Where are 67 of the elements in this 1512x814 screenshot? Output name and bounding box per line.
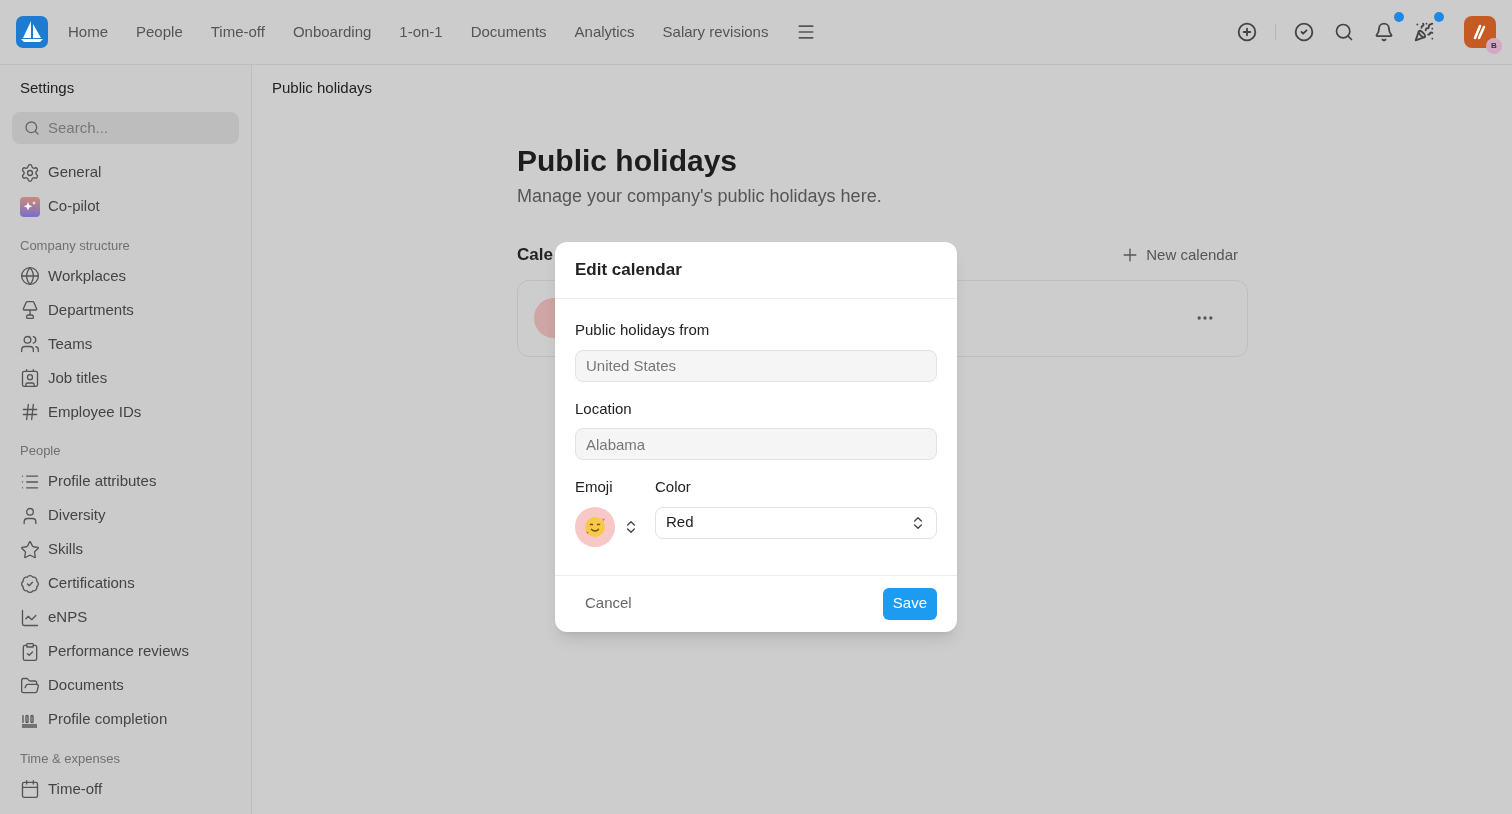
sailboat-logo-icon (16, 16, 48, 48)
avatar[interactable] (1464, 16, 1496, 48)
nav-link[interactable]: 1-on-1 (399, 20, 443, 44)
folder-icon (20, 675, 40, 696)
gear-icon (20, 162, 40, 183)
badge-icon (20, 573, 40, 594)
party-popper-icon (1414, 22, 1434, 42)
globe-icon (20, 266, 40, 286)
section-heading: Company structure (19, 236, 131, 255)
nav-link[interactable]: Time-off (210, 20, 265, 44)
section-heading: People (19, 442, 62, 460)
field-label: Location (575, 398, 633, 419)
sidebar-item[interactable]: Co-pilot (12, 189, 239, 224)
breadcrumb: Public holidays (272, 78, 374, 98)
search-icon (1334, 22, 1354, 42)
field-label: Emoji (575, 477, 614, 497)
people-icon (20, 334, 40, 354)
search-field[interactable]: Search... (12, 111, 239, 144)
add-icon (1237, 22, 1257, 42)
sidebar-item[interactable]: General (12, 155, 239, 190)
nav-link[interactable]: Documents (470, 20, 547, 44)
nav-link[interactable]: People (136, 20, 183, 44)
sidebar-title: Settings (19, 78, 76, 98)
sidebar-item[interactable]: Employee IDs (12, 395, 239, 429)
color-select[interactable]: Red (655, 506, 937, 539)
smiling-face-hearts-icon (583, 514, 607, 539)
new-calendar-button[interactable]: New calendar (1120, 243, 1248, 266)
field-label: Color (655, 477, 692, 497)
tasks-button[interactable] (1292, 20, 1316, 44)
user-initial-badge: B (1486, 38, 1502, 54)
sidebar-item[interactable]: eNPS (12, 600, 239, 635)
sidebar-item[interactable]: Workplaces (12, 259, 239, 293)
sidebar-item[interactable]: Skills (12, 532, 239, 567)
sparkle-icon (20, 196, 40, 217)
search-icon (24, 119, 40, 136)
star-icon (20, 539, 40, 560)
sidebar-item[interactable]: Time-off (12, 772, 239, 806)
sidebar-item[interactable]: Departments (12, 293, 239, 327)
nav-link[interactable]: Salary revisions (662, 20, 769, 44)
check-circle-icon (1294, 22, 1314, 42)
sidebar-item[interactable]: Profile attributes (12, 464, 239, 499)
field-label: Public holidays from (575, 320, 711, 340)
page-title: Public holidays (517, 142, 739, 179)
sidebar-item[interactable]: Certifications (12, 566, 239, 601)
sidebar-item[interactable]: Performance reviews (12, 634, 239, 669)
section-heading: Cale (517, 244, 553, 266)
sidebar-item[interactable]: Job titles (12, 361, 239, 395)
calendar-icon (20, 779, 40, 799)
hash-icon (20, 402, 40, 422)
cancel-button[interactable]: Cancel (575, 587, 642, 620)
celebrations-button[interactable] (1412, 20, 1436, 44)
sidebar-item[interactable]: Teams (12, 327, 239, 361)
sidebar-item[interactable]: Profile completion (12, 702, 239, 737)
page-subtitle: Manage your company's public holidays here. (517, 185, 883, 208)
add-button[interactable] (1235, 20, 1259, 44)
nav-link[interactable]: Analytics (574, 20, 635, 44)
clipboard-icon (20, 641, 40, 662)
id-card-icon (20, 368, 40, 388)
line-chart-icon (20, 607, 40, 628)
dialog-title: Edit calendar (555, 242, 957, 299)
sidebar-item[interactable]: Documents (12, 668, 239, 703)
nav-link[interactable]: Onboarding (292, 20, 372, 44)
section-heading: Time & expenses (19, 749, 121, 768)
nav-link[interactable]: Home (68, 20, 108, 44)
lamp-icon (20, 300, 40, 320)
bell-icon (1374, 22, 1394, 42)
sidebar-item[interactable]: Diversity (12, 498, 239, 533)
